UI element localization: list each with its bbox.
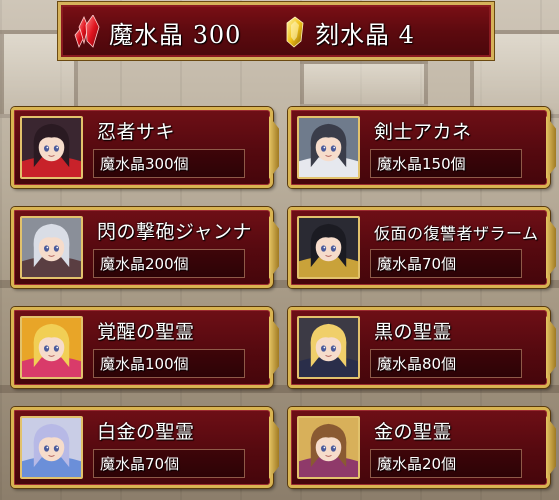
black-spirit-portrait — [297, 316, 360, 379]
awakened-spirit-portrait — [20, 316, 83, 379]
price-box: 魔水晶80個 — [370, 349, 522, 378]
character-name: 白金の聖霊 — [97, 421, 195, 443]
price-label: 魔水晶100個 — [100, 355, 189, 373]
price-label: 魔水晶80個 — [377, 355, 457, 373]
price-label: 魔水晶20個 — [377, 455, 457, 473]
character-name: 覚醒の聖霊 — [97, 321, 195, 343]
time-crystal-counter: 刻水晶 4 — [279, 15, 415, 49]
character-name: 金の聖霊 — [374, 421, 453, 443]
character-card[interactable]: 黒の聖霊魔水晶80個 — [288, 307, 550, 388]
character-card[interactable]: 金の聖霊魔水晶20個 — [288, 407, 550, 488]
red-crystal-icon — [74, 15, 100, 49]
price-box: 魔水晶300個 — [93, 149, 245, 178]
price-label: 魔水晶70個 — [377, 255, 457, 273]
price-box: 魔水晶100個 — [93, 349, 245, 378]
price-box: 魔水晶20個 — [370, 449, 522, 478]
currency-bar: 魔水晶 300 刻水晶 4 — [58, 2, 494, 60]
magic-crystal-label: 魔水晶 300 — [109, 20, 242, 49]
gunner-janna-portrait — [20, 216, 83, 279]
character-card[interactable]: 閃の撃砲ジャンナ魔水晶200個 — [11, 207, 273, 288]
price-label: 魔水晶150個 — [377, 155, 466, 173]
character-name: 仮面の復讐者ザラーム — [374, 224, 539, 243]
masked-avenger-zalam-portrait — [297, 216, 360, 279]
swordsman-akane-portrait — [297, 116, 360, 179]
price-label: 魔水晶200個 — [100, 255, 189, 273]
background-window-center — [300, 60, 428, 108]
character-card[interactable]: 仮面の復讐者ザラーム 魔水晶70個 — [288, 207, 550, 288]
price-label: 魔水晶300個 — [100, 155, 189, 173]
character-card[interactable]: 剣士アカネ魔水晶150個 — [288, 107, 550, 188]
price-box: 魔水晶150個 — [370, 149, 522, 178]
time-crystal-label: 刻水晶 4 — [315, 20, 415, 49]
magic-crystal-counter: 魔水晶 300 — [73, 15, 241, 49]
gold-spirit-portrait — [297, 416, 360, 479]
price-box: 魔水晶70個 — [370, 249, 522, 278]
character-name: 閃の撃砲ジャンナ — [97, 221, 253, 243]
gold-crystal-icon — [286, 16, 304, 48]
character-name: 剣士アカネ — [374, 121, 472, 143]
price-box: 魔水晶70個 — [93, 449, 245, 478]
character-card[interactable]: 白金の聖霊魔水晶70個 — [11, 407, 273, 488]
character-card[interactable]: 忍者サキ魔水晶300個 — [11, 107, 273, 188]
ninja-saki-portrait — [20, 116, 83, 179]
character-name: 忍者サキ — [97, 121, 176, 143]
price-label: 魔水晶70個 — [100, 455, 180, 473]
price-box: 魔水晶200個 — [93, 249, 245, 278]
character-name: 黒の聖霊 — [374, 321, 453, 343]
platinum-spirit-portrait — [20, 416, 83, 479]
character-card[interactable]: 覚醒の聖霊魔水晶100個 — [11, 307, 273, 388]
